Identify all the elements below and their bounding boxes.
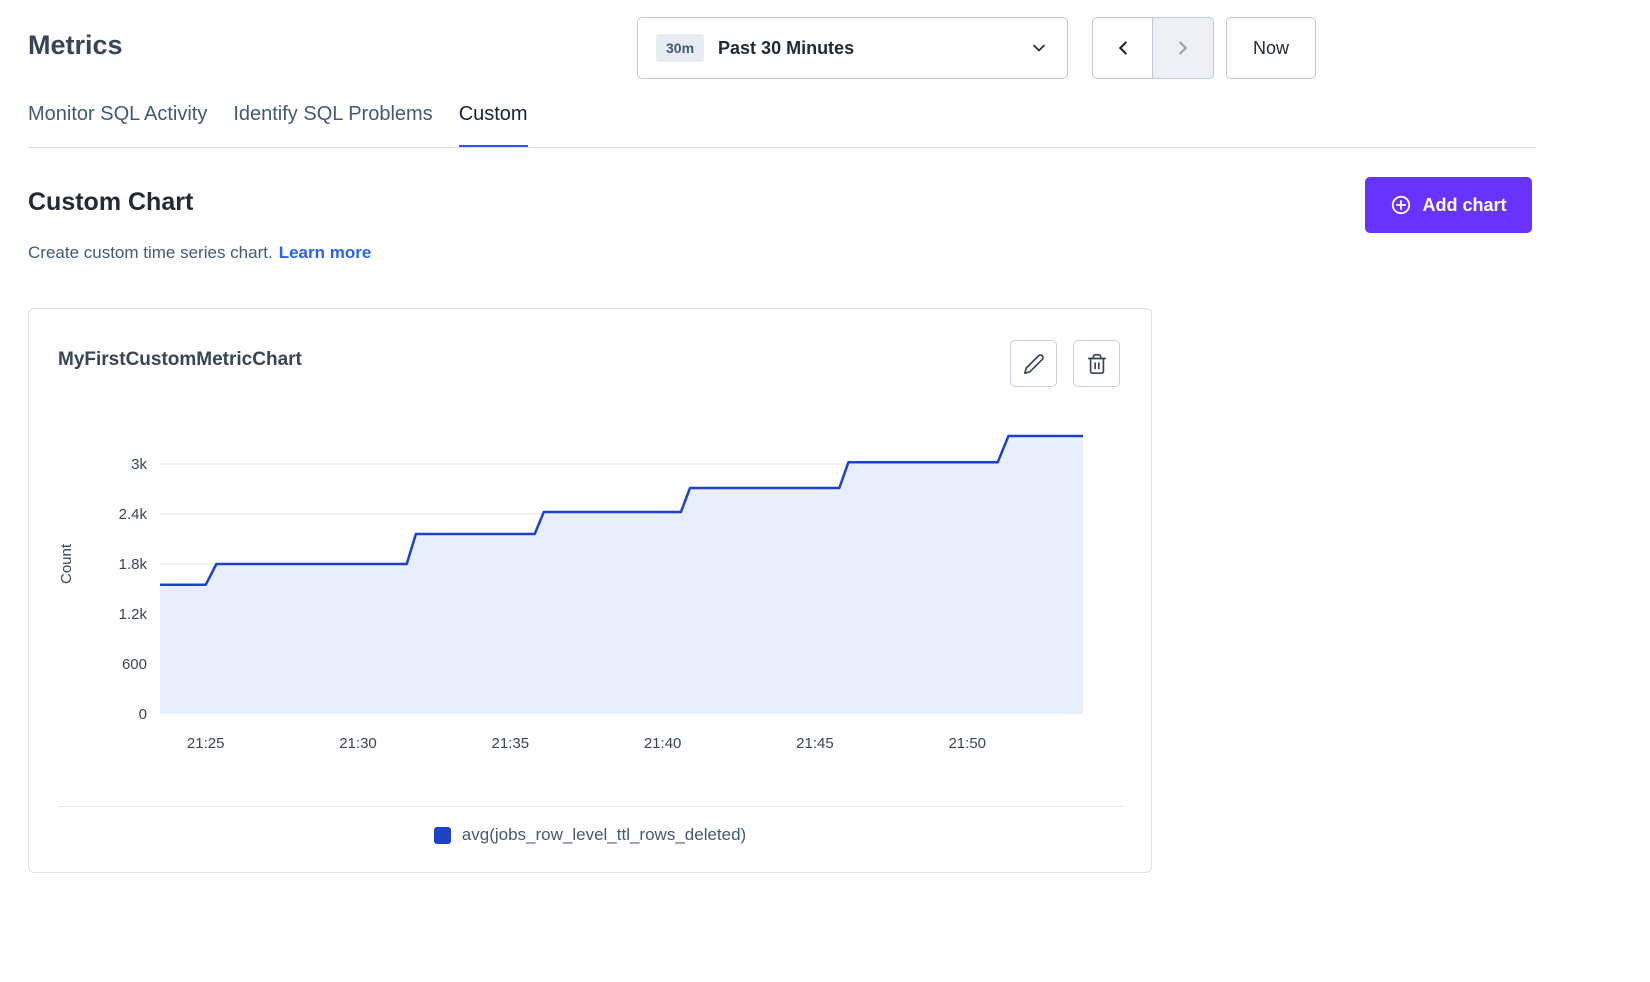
time-range-selector[interactable]: 30m Past 30 Minutes (637, 17, 1068, 79)
svg-text:0: 0 (139, 706, 147, 723)
section-description: Create custom time series chart. Learn mo… (28, 243, 371, 263)
svg-text:21:40: 21:40 (644, 735, 682, 752)
add-chart-label: Add chart (1422, 195, 1506, 216)
time-range-label: Past 30 Minutes (718, 38, 1015, 59)
learn-more-link[interactable]: Learn more (279, 243, 372, 262)
plus-circle-icon (1390, 194, 1412, 216)
edit-chart-button[interactable] (1010, 340, 1057, 387)
card-divider (58, 806, 1124, 807)
chart-card: MyFirstCustomMetricChart 0 600 1.2k 1.8k 2.4… (28, 308, 1152, 873)
svg-text:21:45: 21:45 (796, 735, 834, 752)
metrics-tabs: Monitor SQL Activity Identify SQL Proble… (28, 103, 528, 148)
pencil-icon (1023, 353, 1045, 375)
next-time-button[interactable] (1153, 17, 1214, 79)
svg-text:21:35: 21:35 (492, 735, 530, 752)
trash-icon (1086, 353, 1108, 375)
now-button[interactable]: Now (1226, 17, 1316, 79)
svg-text:21:50: 21:50 (948, 735, 986, 752)
chart-legend: avg(jobs_row_level_ttl_rows_deleted) (29, 825, 1151, 845)
svg-text:21:25: 21:25 (187, 735, 225, 752)
svg-text:1.2k: 1.2k (119, 606, 148, 623)
metrics-page: Metrics 30m Past 30 Minutes Now Monitor … (0, 0, 1650, 982)
legend-swatch (434, 827, 451, 844)
svg-text:600: 600 (122, 656, 147, 673)
svg-text:Count: Count (58, 543, 75, 584)
tab-custom[interactable]: Custom (459, 103, 528, 148)
prev-time-button[interactable] (1092, 17, 1153, 79)
svg-text:2.4k: 2.4k (119, 506, 148, 523)
svg-text:1.8k: 1.8k (119, 556, 148, 573)
delete-chart-button[interactable] (1073, 340, 1120, 387)
chart-title: MyFirstCustomMetricChart (58, 349, 302, 371)
tabs-divider (28, 147, 1536, 148)
page-title: Metrics (28, 30, 123, 61)
legend-label: avg(jobs_row_level_ttl_rows_deleted) (462, 825, 746, 845)
add-chart-button[interactable]: Add chart (1365, 177, 1532, 233)
tab-monitor-sql-activity[interactable]: Monitor SQL Activity (28, 103, 207, 148)
section-title: Custom Chart (28, 188, 193, 217)
chevron-left-icon (1112, 37, 1134, 59)
chevron-right-icon (1172, 37, 1194, 59)
section-description-text: Create custom time series chart. (28, 243, 273, 262)
chevron-down-icon (1029, 38, 1049, 58)
tab-identify-sql-problems[interactable]: Identify SQL Problems (233, 103, 432, 148)
svg-text:21:30: 21:30 (339, 735, 377, 752)
time-nav-group (1092, 17, 1214, 79)
custom-metric-chart: 0 600 1.2k 1.8k 2.4k 3k 21:25 21:30 21:35 21:40 21… (55, 409, 1095, 761)
time-range-badge: 30m (656, 34, 704, 62)
svg-text:3k: 3k (131, 456, 147, 473)
